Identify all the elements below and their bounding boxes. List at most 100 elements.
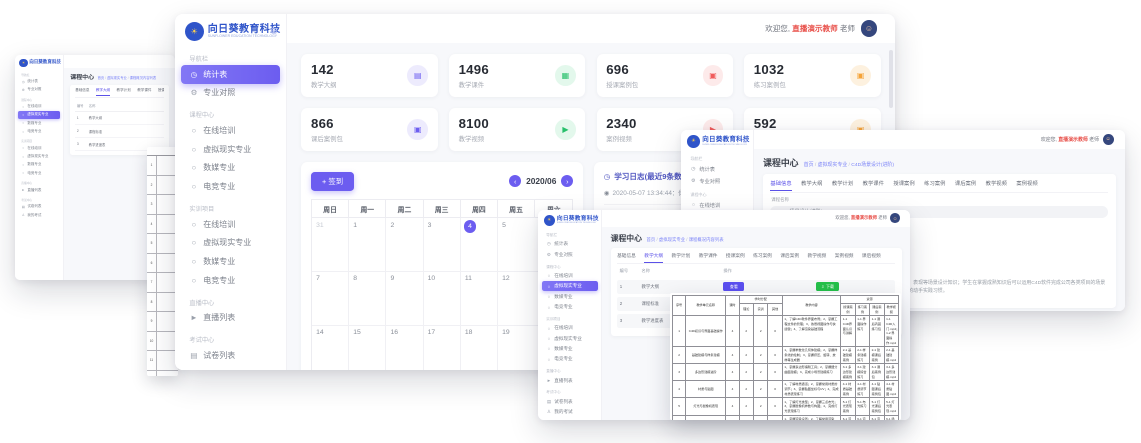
sidebar-entry[interactable]: ○ 虚拟现实专业: [175, 140, 286, 159]
sidebar-entry[interactable]: ○ 在线培训: [15, 102, 63, 110]
sidebar-entry[interactable]: ○ 数媒专业: [15, 161, 63, 169]
sidebar-entry[interactable]: ♙ 我的考试: [15, 211, 63, 219]
sidebar-entry[interactable]: ◷ 统计表: [538, 239, 601, 249]
breadcrumb-link[interactable]: 课程概况内容列表: [130, 76, 157, 80]
calendar-day[interactable]: 2: [386, 218, 423, 272]
avatar[interactable]: ☺: [861, 20, 878, 37]
calendar-day[interactable]: 8: [349, 272, 386, 326]
sidebar-entry[interactable]: ○ 在线培训: [15, 144, 63, 152]
sidebar-entry[interactable]: ► 直播列表: [15, 186, 63, 194]
tab[interactable]: 基础信息: [75, 88, 89, 96]
sidebar-entry[interactable]: ○ 数媒专业: [538, 344, 601, 354]
breadcrumb-link[interactable]: 课程概况内容列表: [689, 237, 724, 242]
sidebar-entry[interactable]: ○ 虚拟现实专业: [175, 233, 286, 252]
scrollbar[interactable]: [889, 50, 893, 108]
tab[interactable]: 基础信息: [617, 253, 636, 262]
breadcrumb-link[interactable]: C4D场景设计(进阶): [851, 163, 894, 168]
sidebar-entry[interactable]: ○ 电竞专业: [175, 177, 286, 196]
tab[interactable]: 案例视频: [1016, 179, 1037, 191]
tab[interactable]: 教学大纲: [96, 88, 110, 96]
breadcrumb-link[interactable]: 虚拟现实专业: [659, 237, 689, 242]
sidebar-entry[interactable]: ○ 在线培训: [538, 271, 601, 281]
sidebar-entry[interactable]: ♙ 我的考试: [538, 407, 601, 417]
sidebar-entry[interactable]: ▤ 试卷列表: [538, 396, 601, 406]
sidebar-entry[interactable]: ▤ 试卷列表: [175, 346, 286, 365]
tab[interactable]: 课后案例: [955, 179, 976, 191]
table-row[interactable]: 1 教学大纲: [75, 112, 164, 125]
sidebar-entry[interactable]: ○ 在线培训: [538, 323, 601, 333]
sidebar-entry[interactable]: ► 直播列表: [175, 308, 286, 327]
sidebar-entry[interactable]: ○ 虚拟现实专业: [538, 333, 601, 343]
sidebar-entry[interactable]: ⚙ 专业对照: [681, 175, 753, 187]
sidebar-entry[interactable]: ○ 虚拟现实专业: [18, 111, 60, 119]
breadcrumb-link[interactable]: 首页: [647, 237, 659, 242]
breadcrumb-link[interactable]: 首页: [98, 76, 107, 80]
sidebar-entry[interactable]: ♙ 我的考试: [175, 365, 286, 370]
sidebar-entry[interactable]: ○ 电竞专业: [15, 169, 63, 177]
tab[interactable]: 教学计划: [672, 253, 691, 262]
tab[interactable]: 课后案例: [780, 253, 799, 262]
tab[interactable]: 案例视频: [835, 253, 854, 262]
calendar-day[interactable]: 14: [312, 326, 349, 370]
sidebar-entry[interactable]: ○ 在线培训: [175, 121, 286, 140]
calendar-day[interactable]: 31: [312, 218, 349, 272]
avatar[interactable]: ☺: [1103, 134, 1114, 145]
tab[interactable]: 教学大纲: [801, 179, 822, 191]
calendar-day[interactable]: 4: [461, 218, 498, 272]
tab[interactable]: 练习案例: [924, 179, 945, 191]
tab[interactable]: 教学大纲: [644, 253, 663, 262]
next-month-icon[interactable]: ›: [561, 175, 573, 187]
breadcrumb-link[interactable]: 虚拟现实专业: [107, 76, 130, 80]
sidebar-entry[interactable]: ◷ 统计表: [181, 65, 279, 84]
table-row[interactable]: 2 课程标准: [75, 125, 164, 138]
collapse-icon[interactable]: ⊕: [592, 217, 597, 223]
sidebar-entry[interactable]: ▤ 试卷列表: [15, 203, 63, 211]
sidebar-entry[interactable]: ○ 在线培训: [175, 215, 286, 234]
tab[interactable]: 授课案例: [158, 88, 164, 96]
tab[interactable]: 教学计划: [117, 88, 131, 96]
calendar-day[interactable]: 12: [498, 272, 535, 326]
tab[interactable]: 教学课件: [137, 88, 151, 96]
calendar-day[interactable]: 16: [386, 326, 423, 370]
sidebar-entry[interactable]: ○ 电竞专业: [175, 271, 286, 290]
sidebar-entry[interactable]: ○ 电竞专业: [15, 127, 63, 135]
sidebar-entry[interactable]: ◷ 统计表: [15, 77, 63, 85]
calendar-day[interactable]: 10: [424, 272, 461, 326]
collapse-icon[interactable]: ⊕: [742, 138, 747, 145]
breadcrumb-link[interactable]: 首页: [804, 163, 818, 168]
prev-month-icon[interactable]: ‹: [509, 175, 521, 187]
sidebar-entry[interactable]: ○ 数媒专业: [15, 119, 63, 127]
collapse-icon[interactable]: ⊕: [270, 26, 278, 37]
sidebar-entry[interactable]: ○ 数媒专业: [175, 252, 286, 271]
calendar-day[interactable]: 15: [349, 326, 386, 370]
calendar-day[interactable]: 7: [312, 272, 349, 326]
calendar-day[interactable]: 9: [386, 272, 423, 326]
signin-button[interactable]: + 签到: [311, 172, 354, 191]
sidebar-entry[interactable]: ► 直播列表: [538, 375, 601, 385]
sidebar-entry[interactable]: ○ 电竞专业: [538, 354, 601, 364]
tab[interactable]: 教学视频: [986, 179, 1007, 191]
avatar[interactable]: ☺: [890, 213, 900, 223]
calendar-day[interactable]: 3: [424, 218, 461, 272]
tab[interactable]: 基础信息: [770, 179, 791, 191]
sidebar-entry[interactable]: ○ 数媒专业: [538, 291, 601, 301]
sidebar-entry[interactable]: ⚙ 专业对照: [15, 86, 63, 94]
sidebar-entry[interactable]: ○ 虚拟现实专业: [542, 281, 598, 291]
tab[interactable]: 课后视频: [862, 253, 881, 262]
sidebar-entry[interactable]: ◷ 统计表: [681, 163, 753, 175]
calendar-day[interactable]: 5: [498, 218, 535, 272]
sidebar-entry[interactable]: ○ 虚拟现实专业: [15, 152, 63, 160]
calendar-day[interactable]: 17: [424, 326, 461, 370]
download-button[interactable]: ⇩下载: [816, 282, 839, 291]
calendar-day[interactable]: 1: [349, 218, 386, 272]
calendar-day[interactable]: 18: [461, 326, 498, 370]
sidebar-entry[interactable]: ○ 数媒专业: [175, 159, 286, 178]
sidebar-entry[interactable]: ○ 电竞专业: [538, 302, 601, 312]
tab[interactable]: 教学视频: [808, 253, 827, 262]
calendar-day[interactable]: 19: [498, 326, 535, 370]
sidebar-entry[interactable]: ⚙ 专业对照: [175, 84, 286, 103]
tab[interactable]: 授课案例: [893, 179, 914, 191]
tab[interactable]: 教学课件: [699, 253, 718, 262]
view-button[interactable]: 查看: [723, 282, 744, 291]
tab[interactable]: 授课案例: [726, 253, 745, 262]
